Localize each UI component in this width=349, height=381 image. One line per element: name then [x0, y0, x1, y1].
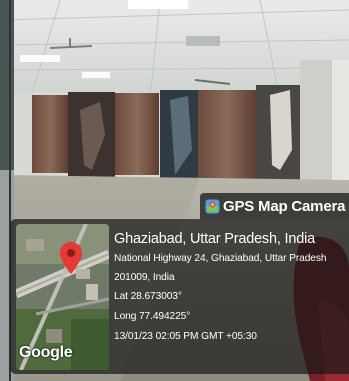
- address-line-2: 201009, India: [114, 272, 175, 283]
- map-thumbnail: Google: [16, 224, 109, 370]
- longitude: Long 77.494225°: [114, 311, 191, 322]
- location-details: Ghaziabad, Uttar Pradesh, India National…: [114, 231, 349, 351]
- latitude: Lat 28.673003°: [114, 291, 182, 302]
- badge-text: GPS Map Camera: [223, 197, 346, 215]
- location-info-panel: Google Ghaziabad, Uttar Pradesh, India N…: [10, 219, 349, 374]
- google-logo: Google: [19, 344, 73, 361]
- gps-camera-icon: [205, 199, 220, 213]
- timestamp: 13/01/23 02:05 PM GMT +05:30: [114, 331, 257, 342]
- map-pin-icon: [60, 242, 82, 274]
- gps-map-camera-badge: GPS Map Camera: [200, 193, 349, 219]
- address-line-1: National Highway 24, Ghaziabad, Uttar Pr…: [114, 253, 327, 264]
- place-title: Ghaziabad, Uttar Pradesh, India: [114, 231, 315, 247]
